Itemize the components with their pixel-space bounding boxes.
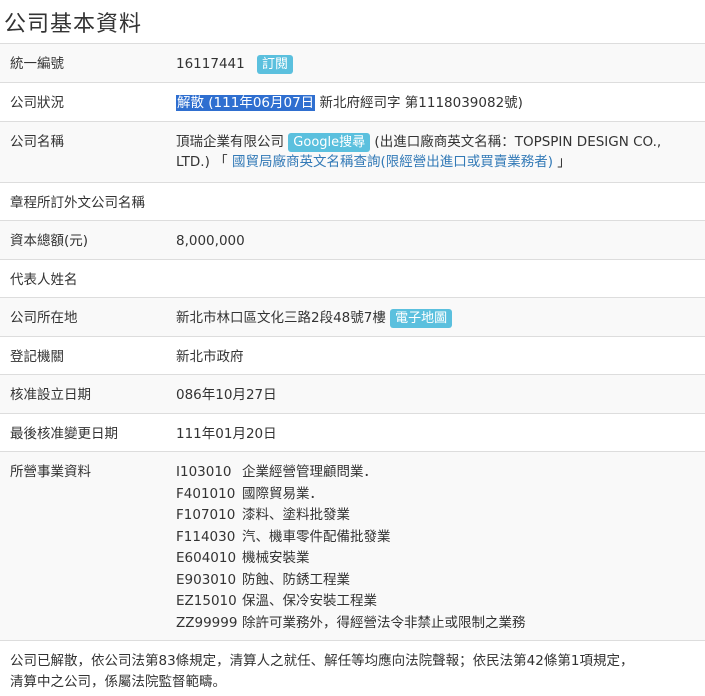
row-last-change-date: 最後核准變更日期 111年01月20日	[0, 413, 705, 452]
row-status: 公司狀況 解散 (111年06月07日 新北府經司字 第1118039082號)	[0, 82, 705, 122]
row-authority: 登記機關 新北市政府	[0, 336, 705, 375]
business-desc: 保溫、保冷安裝工程業	[242, 593, 377, 609]
value-representative	[176, 259, 705, 298]
business-code: F107010	[176, 507, 236, 523]
business-item: F114030 汽、機車零件配備批發業	[176, 527, 701, 549]
business-code: I103010	[176, 464, 232, 480]
business-list: I103010 企業經營管理顧問業． F401010 國際貿易業． F107010 漆料、…	[176, 452, 701, 634]
value-last-change-date: 111年01月20日	[176, 413, 705, 452]
label-approval-date: 核准設立日期	[0, 374, 176, 414]
english-name-cont: LTD.) 「	[176, 154, 228, 170]
value-foreign-name	[176, 182, 705, 221]
value-business: I103010 企業經營管理顧問業． F401010 國際貿易業． F107010 漆料、…	[176, 451, 705, 640]
label-status: 公司狀況	[0, 82, 176, 122]
row-company-name: 公司名稱 頂瑞企業有限公司 Google搜尋 (出進口廠商英文名稱：TOPSPI…	[0, 121, 705, 183]
business-desc: 機械安裝業	[242, 550, 310, 566]
business-code: E903010	[176, 571, 237, 588]
business-desc: 汽、機車零件配備批發業	[242, 528, 391, 545]
business-code: F114030	[176, 528, 236, 545]
business-desc: 防蝕、防銹工程業	[242, 571, 350, 588]
business-item: ZZ99999 除許可業務外，得經營法令非禁止或限制之業務	[176, 613, 701, 635]
status-doc-no: 新北府經司字 第1118039082號)	[315, 95, 523, 111]
business-item: EZ15010 保溫、保冷安裝工程業	[176, 591, 701, 613]
business-item: I103010 企業經營管理顧問業．	[176, 462, 701, 484]
map-button[interactable]: 電子地圖	[390, 309, 453, 328]
business-item: F401010 國際貿易業．	[176, 484, 701, 506]
status-highlight: 解散 (111年06月07日	[176, 95, 316, 111]
row-address: 公司所在地 新北市林口區文化三路2段48號7樓 電子地圖	[0, 297, 705, 337]
company-name-text: 頂瑞企業有限公司	[176, 134, 284, 150]
google-search-button[interactable]: Google搜尋	[288, 133, 371, 152]
value-unified-no: 16117441 訂閱	[176, 43, 705, 83]
row-foreign-name: 章程所訂外文公司名稱	[0, 182, 705, 221]
row-representative: 代表人姓名	[0, 259, 705, 298]
label-business: 所營事業資料	[0, 451, 176, 640]
business-desc: 除許可業務外，得經營法令非禁止或限制之業務	[242, 614, 526, 631]
address-text: 新北市林口區文化三路2段48號7樓	[176, 310, 386, 326]
note-line-2: 清算中之公司，係屬法院監督範疇。	[10, 674, 226, 690]
dissolution-note: 公司已解散，依公司法第83條規定，清算人之就任、解任等均應向法院聲報；依民法第4…	[10, 651, 700, 693]
label-company-name: 公司名稱	[0, 121, 176, 183]
label-capital: 資本總額(元)	[0, 220, 176, 260]
business-item: E604010 機械安裝業	[176, 548, 701, 570]
business-code: E604010	[176, 550, 237, 566]
business-desc: 漆料、塗料批發業	[242, 507, 350, 523]
row-approval-date: 核准設立日期 086年10月27日	[0, 374, 705, 414]
english-name-prefix: (出進口廠商英文名稱：TOPSPIN DESIGN CO.,	[370, 134, 662, 150]
english-name-suffix: 」	[552, 154, 571, 170]
value-authority: 新北市政府	[176, 336, 705, 375]
business-desc: 企業經營管理顧問業．	[242, 464, 377, 480]
value-status: 解散 (111年06月07日 新北府經司字 第1118039082號)	[176, 82, 705, 122]
label-foreign-name: 章程所訂外文公司名稱	[0, 182, 176, 221]
trade-bureau-link[interactable]: 國貿局廠商英文名稱查詢(限經營出進口或買賣業務者)	[228, 154, 553, 170]
business-code: F401010	[176, 485, 236, 502]
value-capital: 8,000,000	[176, 220, 705, 260]
unified-no-text: 16117441	[176, 56, 245, 72]
table-bottom-border	[0, 640, 705, 641]
label-authority: 登記機關	[0, 336, 176, 375]
business-code: EZ15010	[176, 593, 237, 609]
value-company-name: 頂瑞企業有限公司 Google搜尋 (出進口廠商英文名稱：TOPSPIN DES…	[176, 121, 705, 183]
row-business: 所營事業資料 I103010 企業經營管理顧問業． F401010 國際貿易業． F10…	[0, 451, 705, 640]
note-line-1: 公司已解散，依公司法第83條規定，清算人之就任、解任等均應向法院聲報；依民法第4…	[10, 653, 634, 669]
label-unified-no: 統一編號	[0, 43, 176, 83]
page-title: 公司基本資料	[4, 12, 143, 37]
subscribe-button[interactable]: 訂閱	[257, 55, 294, 74]
value-approval-date: 086年10月27日	[176, 374, 705, 414]
label-address: 公司所在地	[0, 297, 176, 337]
row-capital: 資本總額(元) 8,000,000	[0, 220, 705, 260]
row-unified-no: 統一編號 16117441 訂閱	[0, 43, 705, 83]
value-address: 新北市林口區文化三路2段48號7樓 電子地圖	[176, 297, 705, 337]
company-info-table: 統一編號 16117441 訂閱 公司狀況 解散 (111年06月07日 新北府…	[0, 43, 705, 640]
business-desc: 國際貿易業．	[242, 485, 323, 502]
business-item: E903010 防蝕、防銹工程業	[176, 570, 701, 592]
business-code: ZZ99999	[176, 614, 238, 631]
business-item: F107010 漆料、塗料批發業	[176, 505, 701, 527]
label-representative: 代表人姓名	[0, 259, 176, 298]
label-last-change-date: 最後核准變更日期	[0, 413, 176, 452]
